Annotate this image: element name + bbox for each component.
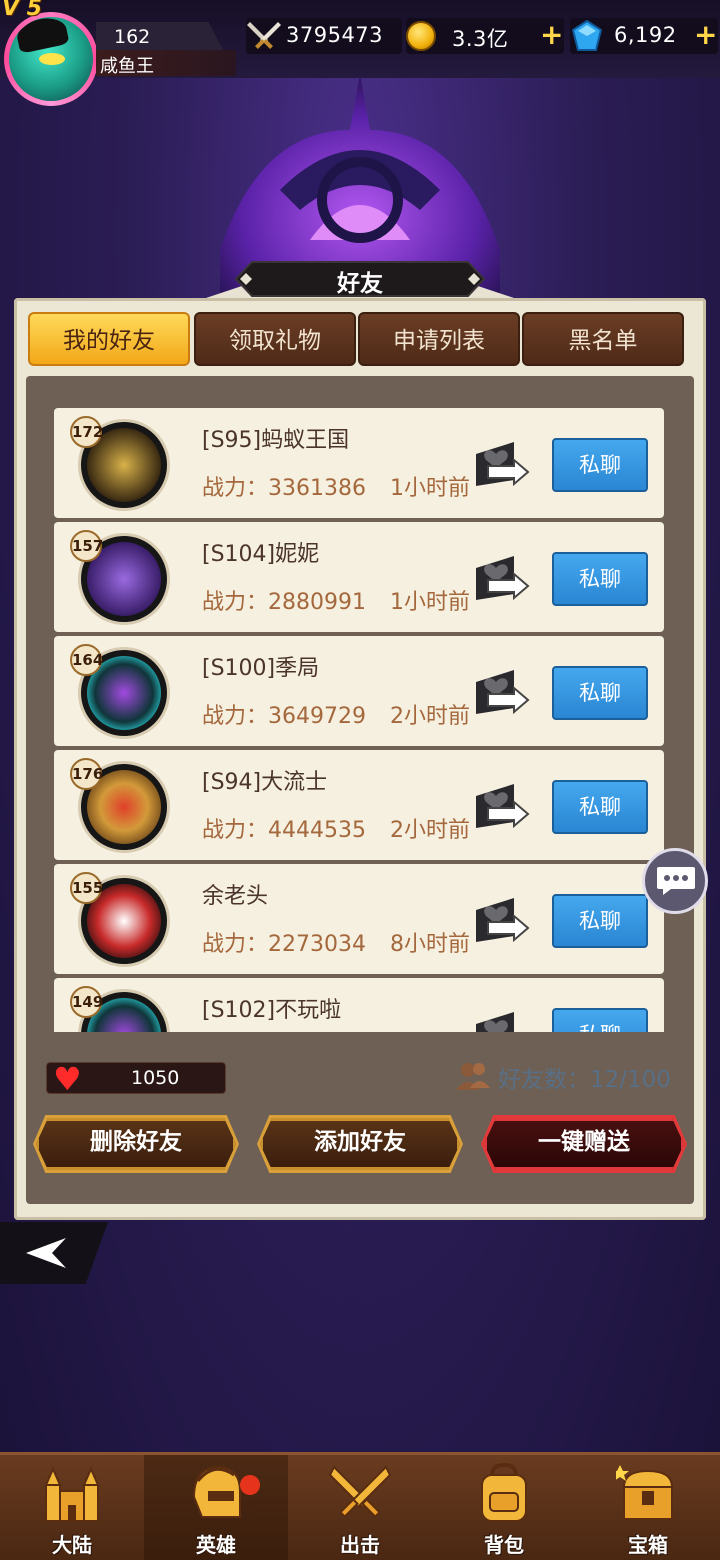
player-avatar[interactable] <box>4 12 98 106</box>
gold-coin-icon <box>406 21 436 51</box>
friend-power: 战力：3649729 <box>202 704 366 729</box>
friend-level-badge: 176 <box>70 758 103 790</box>
crossed-swords-icon <box>247 22 281 49</box>
friend-last-online: 1小时前 <box>390 476 470 501</box>
private-chat-button[interactable]: 私聊 <box>552 552 648 606</box>
send-heart-icon[interactable] <box>474 664 530 720</box>
friend-level-badge: 164 <box>70 644 103 676</box>
friend-count-label: 好友数：12/100 <box>498 1067 671 1093</box>
player-avatar-image <box>9 17 93 101</box>
notification-dot <box>240 1475 260 1495</box>
add-friend-label: 添加好友 <box>314 1129 406 1155</box>
friend-name: [S104]妮妮 <box>202 542 320 567</box>
delete-friend-button[interactable]: 删除好友 <box>33 1115 239 1173</box>
friend-row: 157 [S104]妮妮 战力：2880991 1小时前 私聊 <box>54 522 664 632</box>
add-gold-button[interactable]: + <box>540 20 563 50</box>
tab-my-friends[interactable]: 我的好友 <box>28 312 190 366</box>
add-gem-button[interactable]: + <box>694 20 717 50</box>
gem-value: 6,192 <box>614 23 677 47</box>
friend-name: [S94]大流士 <box>202 770 328 795</box>
back-arrow-icon <box>26 1238 66 1268</box>
friend-list[interactable]: 172 [S95]蚂蚁王国 战力：3361386 1小时前 私聊 157 [S1… <box>50 402 670 1032</box>
nav-treasure[interactable]: 宝箱 <box>576 1455 720 1560</box>
friend-name: 余老头 <box>202 884 269 909</box>
send-all-label: 一键赠送 <box>538 1129 630 1155</box>
top-status-bar: V 5 162 咸鱼王 3795473 3.3亿 + 6,192 + <box>0 0 720 106</box>
nav-continent[interactable]: 大陆 <box>0 1455 144 1560</box>
friend-last-online: 2小时前 <box>390 704 470 729</box>
friend-power: 战力：3361386 <box>202 476 366 501</box>
friend-power: 战力：2273034 <box>202 932 366 957</box>
friend-row: 149 [S102]不玩啦 私聊 <box>54 978 664 1032</box>
friend-power: 战力：2880991 <box>202 590 366 615</box>
friend-power: 战力：4444535 <box>202 818 366 843</box>
nav-backpack[interactable]: 背包 <box>432 1455 576 1560</box>
combat-power-value: 3795473 <box>286 23 384 47</box>
send-all-button[interactable]: 一键赠送 <box>481 1115 687 1173</box>
gold-value: 3.3亿 <box>452 27 509 51</box>
friend-name: [S95]蚂蚁王国 <box>202 428 350 453</box>
nav-treasure-label: 宝箱 <box>628 1533 668 1557</box>
friend-level-badge: 149 <box>70 986 103 1018</box>
nav-heroes[interactable]: 英雄 <box>144 1455 288 1560</box>
treasure-chest-icon <box>616 1465 674 1520</box>
heart-count: 1050 <box>131 1067 180 1089</box>
chat-bubble-icon <box>657 867 695 895</box>
nav-continent-label: 大陆 <box>52 1533 92 1557</box>
private-chat-button[interactable]: 私聊 <box>552 780 648 834</box>
castle-icon <box>44 1466 100 1522</box>
people-icon <box>456 1063 490 1090</box>
page-title: 好友 <box>337 271 383 297</box>
combat-power-display: 3795473 <box>246 18 402 54</box>
nav-attack-label: 出击 <box>340 1533 380 1557</box>
friend-last-online: 8小时前 <box>390 932 470 957</box>
friend-level-badge: 155 <box>70 872 103 904</box>
tab-request-list[interactable]: 申请列表 <box>358 312 520 366</box>
backpack-icon <box>481 1462 527 1522</box>
floating-chat-button[interactable] <box>642 848 708 914</box>
player-level: 162 <box>114 26 151 48</box>
friend-last-online: 2小时前 <box>390 818 470 843</box>
friends-tab-bar: 我的好友 领取礼物 申请列表 黑名单 <box>28 312 688 368</box>
heart-counter: ♥ 1050 <box>46 1060 226 1098</box>
tab-blacklist[interactable]: 黑名单 <box>522 312 684 366</box>
private-chat-button[interactable]: 私聊 <box>552 438 648 492</box>
friend-last-online: 1小时前 <box>390 590 470 615</box>
send-heart-icon[interactable] <box>474 436 530 492</box>
send-heart-icon[interactable] <box>474 778 530 834</box>
friend-row: 164 [S100]季局 战力：3649729 2小时前 私聊 <box>54 636 664 746</box>
send-heart-icon[interactable] <box>474 550 530 606</box>
friend-row: 172 [S95]蚂蚁王国 战力：3361386 1小时前 私聊 <box>54 408 664 518</box>
blue-gem-icon <box>572 20 602 51</box>
private-chat-button[interactable]: 私聊 <box>552 666 648 720</box>
send-heart-icon[interactable] <box>474 892 530 948</box>
helmet-icon <box>192 1465 241 1518</box>
private-chat-button[interactable]: 私聊 <box>552 1008 648 1032</box>
gold-display: 3.3亿 + <box>406 18 564 54</box>
nav-heroes-label: 英雄 <box>196 1533 236 1557</box>
friend-row: 176 [S94]大流士 战力：4444535 2小时前 私聊 <box>54 750 664 860</box>
delete-friend-label: 删除好友 <box>90 1129 182 1155</box>
nav-backpack-label: 背包 <box>484 1533 524 1557</box>
friend-row: 155 余老头 战力：2273034 8小时前 私聊 <box>54 864 664 974</box>
friend-level-badge: 172 <box>70 416 103 448</box>
bottom-navigation: 大陆 英雄 出击 背包 宝箱 <box>0 1452 720 1560</box>
send-heart-icon[interactable] <box>474 1006 530 1032</box>
crossed-swords-icon <box>328 1465 392 1518</box>
nav-attack[interactable]: 出击 <box>288 1455 432 1560</box>
gem-display: 6,192 + <box>570 18 718 54</box>
friend-level-badge: 157 <box>70 530 103 562</box>
add-friend-button[interactable]: 添加好友 <box>257 1115 463 1173</box>
player-name: 咸鱼王 <box>100 56 154 77</box>
private-chat-button[interactable]: 私聊 <box>552 894 648 948</box>
friend-name: [S100]季局 <box>202 656 320 681</box>
vip-badge: V 5 <box>2 0 42 21</box>
tab-claim-gifts[interactable]: 领取礼物 <box>194 312 356 366</box>
back-button[interactable] <box>0 1222 108 1284</box>
heart-icon: ♥ <box>53 1060 82 1098</box>
friend-name: [S102]不玩啦 <box>202 998 342 1023</box>
